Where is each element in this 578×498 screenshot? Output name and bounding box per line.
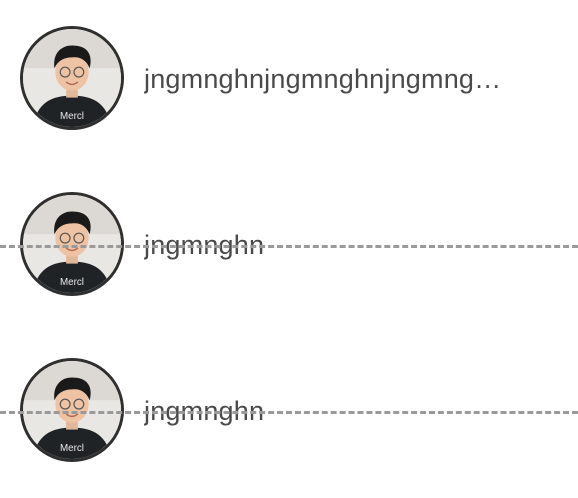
avatar: Mercl [20, 358, 124, 462]
user-name: jngmnghnjngmnghnjngmng… [144, 64, 502, 94]
strikethrough-dashed-line [0, 245, 578, 248]
user-avatar-photo-icon: Mercl [23, 29, 121, 127]
strikethrough-dashed-line [0, 411, 578, 414]
user-avatar-photo-icon: Mercl [23, 195, 121, 293]
avatar: Mercl [20, 26, 124, 130]
avatar: Mercl [20, 192, 124, 296]
list-item[interactable]: Mercl jngmnghnjngmnghnjngmng… [0, 26, 578, 136]
list-item[interactable]: Mercl jngmnghn [0, 358, 578, 468]
user-avatar-photo-icon: Mercl [23, 361, 121, 459]
svg-text:Mercl: Mercl [60, 443, 84, 454]
svg-text:Mercl: Mercl [60, 111, 84, 122]
svg-text:Mercl: Mercl [60, 277, 84, 288]
list-item[interactable]: Mercl jngmnghn [0, 192, 578, 302]
